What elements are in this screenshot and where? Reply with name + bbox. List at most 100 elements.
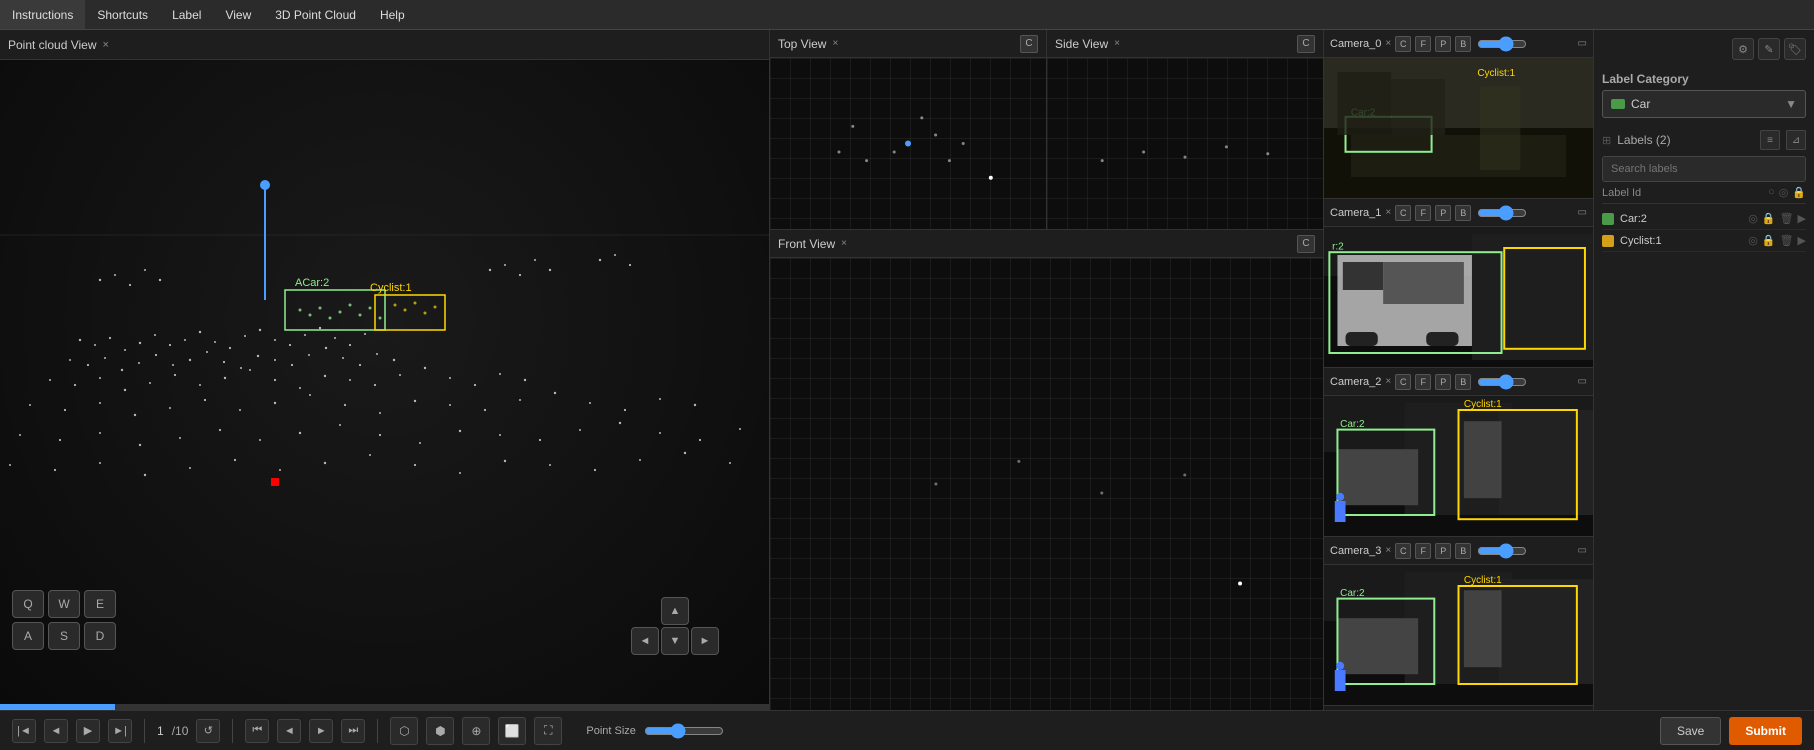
camera-1-slider[interactable] — [1477, 205, 1527, 221]
nav-arrow-left[interactable]: ◄ — [631, 627, 659, 655]
reset-btn[interactable]: ↺ — [196, 719, 220, 743]
panel-icon-edit[interactable]: ✎ — [1758, 38, 1780, 60]
car-delete-icon[interactable]: 🗑 — [1780, 212, 1794, 225]
camera-3-btn-c[interactable]: C — [1395, 543, 1411, 559]
label-id-icon-lock: 🔒 — [1792, 186, 1806, 199]
nav-arrow-right[interactable]: ► — [691, 627, 719, 655]
label-name-cyclist[interactable]: Cyclist:1 — [1620, 235, 1742, 247]
cyclist-lock-icon[interactable]: 🔒 — [1762, 234, 1776, 247]
menu-shortcuts[interactable]: Shortcuts — [85, 0, 160, 29]
bbox-btn[interactable]: ⬜ — [498, 717, 526, 745]
camera-3-expand[interactable]: ▭ — [1578, 545, 1587, 556]
camera-3-btn-b[interactable]: B — [1455, 543, 1471, 559]
car-expand-icon[interactable]: ▶ — [1798, 212, 1806, 225]
label-name-car[interactable]: Car:2 — [1620, 213, 1742, 225]
key-w[interactable]: W — [48, 590, 80, 618]
save-button[interactable]: Save — [1660, 717, 1721, 745]
front-view-close[interactable]: × — [841, 238, 847, 249]
camera-2-slider[interactable] — [1477, 374, 1527, 390]
point-cloud-canvas[interactable]: ACar:2 Cyclist:1 Q W E A S D ▲ — [0, 60, 769, 710]
key-q[interactable]: Q — [12, 590, 44, 618]
playback-prev-btn[interactable]: ◄ — [44, 719, 68, 743]
front-view-c-btn[interactable]: C — [1297, 235, 1315, 253]
camera-0-expand[interactable]: ▭ — [1578, 38, 1587, 49]
menu-label[interactable]: Label — [160, 0, 213, 29]
main-content: Point cloud View × — [0, 30, 1814, 710]
point-size-slider[interactable] — [644, 723, 724, 739]
car-icon — [1611, 99, 1625, 109]
camera-1-btn-b[interactable]: B — [1455, 205, 1471, 221]
submit-button[interactable]: Submit — [1729, 717, 1802, 745]
frame-skip-back-btn[interactable]: ⏮ — [245, 719, 269, 743]
key-row-1: Q W E — [12, 590, 116, 618]
side-view-close[interactable]: × — [1114, 38, 1120, 49]
perspective-btn[interactable]: ⬢ — [426, 717, 454, 745]
menu-3d-point-cloud[interactable]: 3D Point Cloud — [263, 0, 368, 29]
camera-3-slider[interactable] — [1477, 543, 1527, 559]
camera-0-close[interactable]: × — [1385, 38, 1391, 49]
camera-1-close[interactable]: × — [1385, 207, 1391, 218]
camera-2-svg: Car:2 Cyclist:1 — [1324, 396, 1593, 536]
camera-2-expand[interactable]: ▭ — [1578, 376, 1587, 387]
camera-2-btn-c[interactable]: C — [1395, 374, 1411, 390]
camera-0-btn-c[interactable]: C — [1395, 36, 1411, 52]
search-labels-input[interactable] — [1602, 156, 1806, 182]
front-view-content[interactable] — [770, 258, 1323, 710]
cyclist-expand-icon[interactable]: ▶ — [1798, 234, 1806, 247]
nav-arrow-up[interactable]: ▲ — [661, 597, 689, 625]
menu-view[interactable]: View — [213, 0, 263, 29]
playback-next-btn[interactable]: ►| — [108, 719, 132, 743]
label-filter-btn[interactable]: ⊿ — [1786, 130, 1806, 150]
camera-2-btn-p[interactable]: P — [1435, 374, 1451, 390]
frame-step-fwd-btn[interactable]: ► — [309, 719, 333, 743]
side-view-content[interactable] — [1047, 58, 1323, 229]
camera-2-btn-f[interactable]: F — [1415, 374, 1431, 390]
dropdown-arrow-icon: ▼ — [1785, 97, 1797, 111]
menu-help[interactable]: Help — [368, 0, 417, 29]
key-e[interactable]: E — [84, 590, 116, 618]
camera-0-title: Camera_0 — [1330, 38, 1381, 50]
playback-play-btn[interactable]: ▶ — [76, 719, 100, 743]
frame-step-back-btn[interactable]: ◄ — [277, 719, 301, 743]
nav-arrow-down[interactable]: ▼ — [661, 627, 689, 655]
camera-1-btn-c[interactable]: C — [1395, 205, 1411, 221]
playback-start-btn[interactable]: |◄ — [12, 719, 36, 743]
label-panel: ⚙ ✎ 🏷 Label Category Car ▼ ⊞ Labels (2) … — [1594, 30, 1814, 710]
fullscreen-btn[interactable]: ⛶ — [534, 717, 562, 745]
camera-3-panel: Camera_3 × C F P B ▭ — [1324, 537, 1593, 706]
camera-0-btn-p[interactable]: P — [1435, 36, 1451, 52]
car-eye-icon[interactable]: ◎ — [1748, 212, 1758, 225]
camera-1-btn-p[interactable]: P — [1435, 205, 1451, 221]
key-s[interactable]: S — [48, 622, 80, 650]
camera-3-close[interactable]: × — [1385, 545, 1391, 556]
key-d[interactable]: D — [84, 622, 116, 650]
label-sort-btn[interactable]: ≡ — [1760, 130, 1780, 150]
frame-current: 1 — [157, 724, 164, 738]
panel-icon-tag[interactable]: 🏷 — [1784, 38, 1806, 60]
cyclist-eye-icon[interactable]: ◎ — [1748, 234, 1758, 247]
camera-2-close[interactable]: × — [1385, 376, 1391, 387]
camera-3-btn-f[interactable]: F — [1415, 543, 1431, 559]
side-view-c-btn[interactable]: C — [1297, 35, 1315, 53]
camera-0-btn-f[interactable]: F — [1415, 36, 1431, 52]
camera-1-btn-f[interactable]: F — [1415, 205, 1431, 221]
key-a[interactable]: A — [12, 622, 44, 650]
camera-1-expand[interactable]: ▭ — [1578, 207, 1587, 218]
point-cloud-close-btn[interactable]: × — [103, 39, 109, 51]
top-view-content[interactable] — [770, 58, 1046, 229]
top-view-close[interactable]: × — [832, 38, 838, 49]
camera-0-btn-b[interactable]: B — [1455, 36, 1471, 52]
label-category-dropdown[interactable]: Car ▼ — [1602, 90, 1806, 118]
frame-skip-fwd-btn[interactable]: ⏭ — [341, 719, 365, 743]
top-view-c-btn[interactable]: C — [1020, 35, 1038, 53]
timeline-slider[interactable] — [0, 704, 769, 710]
camera-3-btn-p[interactable]: P — [1435, 543, 1451, 559]
menu-instructions[interactable]: Instructions — [0, 0, 85, 29]
crosshair-btn[interactable]: ⊕ — [462, 717, 490, 745]
camera-2-btn-b[interactable]: B — [1455, 374, 1471, 390]
panel-icon-settings[interactable]: ⚙ — [1732, 38, 1754, 60]
cyclist-delete-icon[interactable]: 🗑 — [1780, 234, 1794, 247]
camera-0-slider[interactable] — [1477, 36, 1527, 52]
car-lock-icon[interactable]: 🔒 — [1762, 212, 1776, 225]
3d-view-btn[interactable]: ⬡ — [390, 717, 418, 745]
